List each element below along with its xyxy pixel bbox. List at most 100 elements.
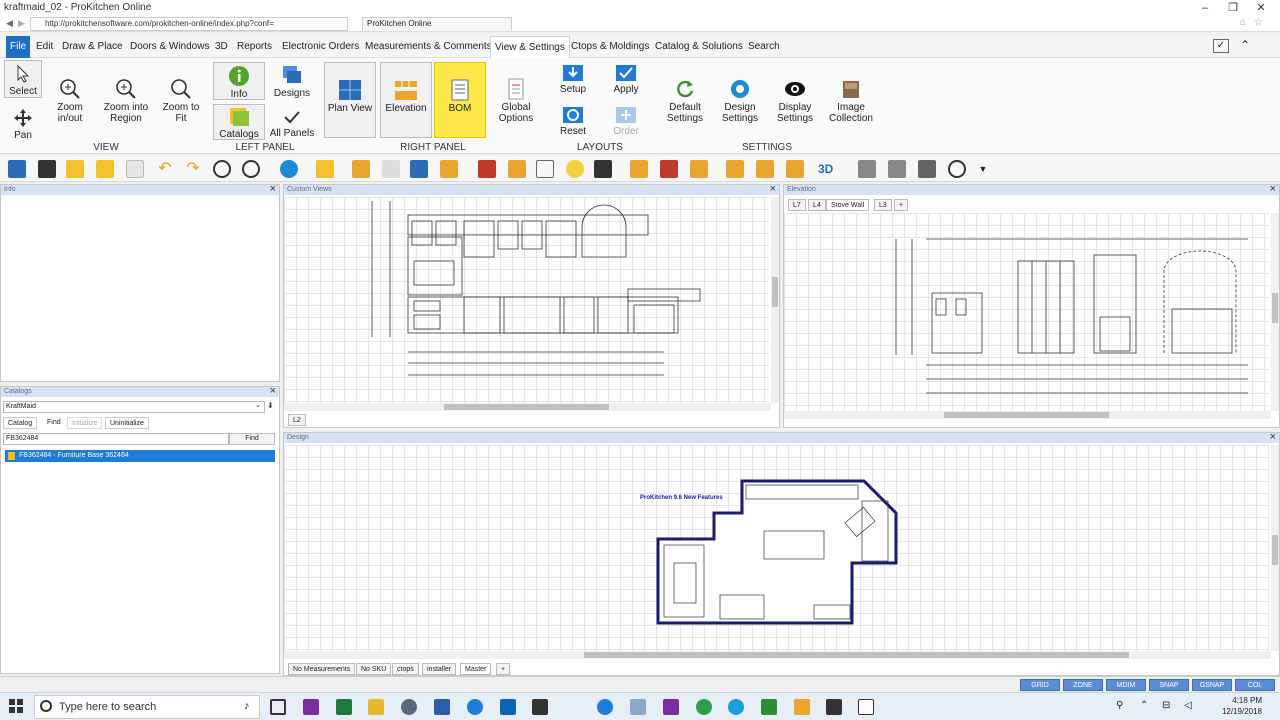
chrome-icon[interactable] [696, 699, 712, 715]
catalog-select[interactable]: KraftMaid [3, 401, 265, 413]
check-icon[interactable]: ✓ [1213, 39, 1229, 53]
3d-button[interactable]: 3D [818, 160, 848, 178]
tab-find[interactable]: Find [43, 417, 65, 429]
menu-reports[interactable]: Reports [233, 36, 276, 58]
custom-view-tab-l2[interactable]: L2 [288, 414, 306, 426]
window-icon[interactable] [536, 160, 554, 178]
collapse-ribbon-icon[interactable]: ⌃ [1240, 38, 1250, 52]
onenote-icon[interactable] [303, 699, 319, 715]
menu-doors-windows[interactable]: Doors & Windows [126, 36, 213, 58]
zoom-fit-button[interactable]: Zoom to Fit [162, 78, 200, 124]
elevation-tab-stove-wall[interactable]: Stove Wall [826, 199, 870, 211]
design-tab-ctops[interactable]: ctops [392, 663, 419, 675]
light-rail-icon[interactable] [786, 160, 804, 178]
open-folder-icon[interactable] [66, 160, 84, 178]
info-panel-close-icon[interactable]: × [270, 183, 276, 195]
layers-icon[interactable] [630, 160, 648, 178]
close-window-button[interactable]: ✕ [1246, 0, 1276, 16]
col-toggle[interactable]: COL [1235, 679, 1275, 691]
find-button[interactable]: Find [229, 433, 275, 445]
elevation-hscroll[interactable] [784, 411, 1271, 419]
snipping-tool-icon[interactable] [858, 699, 874, 715]
volume-icon[interactable]: ◁ [1184, 700, 1192, 711]
menu-edit[interactable]: Edit [32, 36, 57, 58]
task-view-icon[interactable] [270, 699, 286, 715]
zoom-inout-button[interactable]: Zoom in/out [50, 78, 90, 124]
taskbar-search-input[interactable]: Type here to search [34, 695, 260, 719]
star-icon[interactable]: ☆ [1254, 17, 1263, 28]
print-icon[interactable] [918, 160, 936, 178]
custom-views-close-icon[interactable]: × [770, 183, 776, 195]
zoom-in-tool-icon[interactable] [213, 160, 231, 178]
show-hidden-icons-icon[interactable]: ⌃ [1140, 700, 1148, 711]
home-icon[interactable]: ⌂ [1240, 17, 1246, 28]
pan-button[interactable]: Pan [4, 108, 42, 141]
back-icon[interactable]: ◀ [6, 18, 13, 29]
tab-initialize[interactable]: Initialize [67, 417, 103, 429]
photos-icon[interactable] [826, 699, 842, 715]
menu-electronic-orders[interactable]: Electronic Orders [278, 36, 363, 58]
grid-toggle[interactable]: GRID [1020, 679, 1060, 691]
design-close-icon[interactable]: × [1270, 431, 1276, 443]
app-icon[interactable] [401, 699, 417, 715]
elevation-tab-l4[interactable]: L4 [808, 199, 826, 211]
appliance-icon[interactable] [478, 160, 496, 178]
grid-view-icon[interactable] [8, 160, 26, 178]
cabinet-icon[interactable] [352, 160, 370, 178]
prokitchen-icon[interactable] [794, 699, 810, 715]
layout-setup-button[interactable]: Setup [556, 64, 590, 95]
menu-draw-place[interactable]: Draw & Place [58, 36, 127, 58]
design-add-tab[interactable]: + [496, 663, 511, 675]
outlook-icon[interactable] [500, 699, 516, 715]
layout-order-button[interactable]: Order [608, 106, 644, 137]
folder-icon[interactable] [96, 160, 114, 178]
measure-icon[interactable] [660, 160, 678, 178]
zoom-region-button[interactable]: Zoom into Region [100, 78, 152, 124]
design-vscroll[interactable] [1271, 445, 1279, 651]
notepad-icon[interactable] [630, 699, 646, 715]
chevron-down-icon[interactable]: ⌄ [255, 401, 261, 409]
skype-icon[interactable] [728, 699, 744, 715]
microphone-icon[interactable]: ♪ [244, 700, 250, 712]
catalogs-button[interactable]: Catalogs [213, 104, 265, 140]
file-explorer-icon[interactable] [368, 699, 384, 715]
design-tab-no-sku[interactable]: No SKU [356, 663, 392, 675]
display-settings-button[interactable]: Display Settings [770, 78, 820, 124]
internet-explorer-icon[interactable] [597, 699, 613, 715]
menu-view-settings[interactable]: View & Settings [490, 36, 570, 58]
door-icon[interactable] [508, 160, 526, 178]
custom-view-hscroll[interactable] [284, 403, 771, 411]
catalog-menu-icon[interactable]: ⇟ [267, 401, 274, 410]
excel-icon[interactable] [336, 699, 352, 715]
layout-reset-button[interactable]: Reset [556, 106, 590, 137]
designs-button[interactable]: Designs [268, 64, 316, 99]
word-icon[interactable] [434, 699, 450, 715]
maximize-button[interactable]: ❐ [1218, 0, 1248, 16]
list-icon[interactable] [382, 160, 400, 178]
image-collection-button[interactable]: Image Collection [826, 78, 876, 124]
global-options-button[interactable]: Global Options [494, 78, 538, 124]
menu-ctops-moldings[interactable]: Ctops & Moldings [567, 36, 653, 58]
plan-tool-icon[interactable] [410, 160, 428, 178]
default-settings-button[interactable]: Default Settings [660, 78, 710, 124]
elevation-button[interactable]: Elevation [380, 62, 432, 138]
menu-search[interactable]: Search [744, 36, 784, 58]
design-settings-button[interactable]: Design Settings [716, 78, 764, 124]
elevation-tab-l7[interactable]: L7 [788, 199, 806, 211]
design-tab-master[interactable]: Master [460, 663, 492, 675]
minimize-button[interactable]: – [1190, 0, 1220, 16]
design-hscroll[interactable] [284, 651, 1271, 659]
zoom-out-tool-icon[interactable] [242, 160, 260, 178]
people-tray-icon[interactable]: ⚲ [1116, 700, 1123, 711]
info-button[interactable]: Info [213, 62, 265, 100]
network-icon[interactable]: ⊟ [1162, 700, 1170, 711]
tab-catalog[interactable]: Catalog [3, 417, 38, 429]
settings-tool-icon[interactable] [280, 160, 298, 178]
save-icon[interactable] [38, 160, 56, 178]
design-tab-no-measurements[interactable]: No Measurements [288, 663, 356, 675]
camtasia-icon[interactable] [761, 699, 777, 715]
countertop-icon[interactable] [726, 160, 744, 178]
elevation-tab-l3[interactable]: L3 [874, 199, 892, 211]
people-icon[interactable] [888, 160, 906, 178]
more-dropdown-icon[interactable]: ▼ [974, 160, 992, 178]
